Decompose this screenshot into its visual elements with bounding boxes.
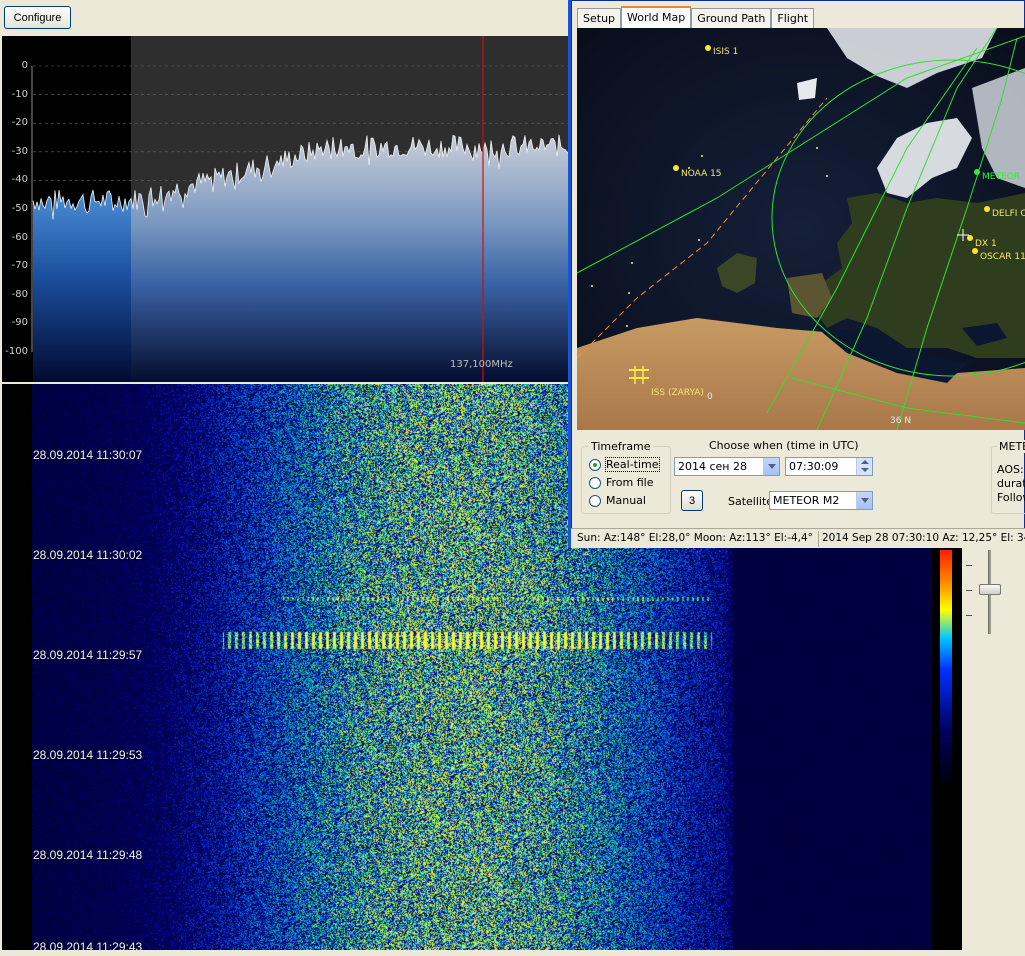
tab-world-map[interactable]: World Map (621, 6, 692, 28)
chevron-down-icon[interactable] (856, 492, 872, 509)
y-tick-label: 0 (21, 60, 28, 71)
waterfall-timestamp: 28.09.2014 11:30:07 (33, 448, 143, 462)
radio-button-selected[interactable] (589, 458, 601, 471)
app-root: Configure 0 -10 -20 -30 -40 -50 -60 -70 … (0, 0, 1025, 956)
color-scale-bar (940, 550, 952, 950)
slider-tick (966, 590, 972, 591)
waterfall-timestamp: 28.09.2014 11:29:57 (33, 648, 143, 662)
waterfall-timestamp: 28.09.2014 11:29:53 (33, 748, 143, 762)
aos-text: AOS: 0 (997, 463, 1025, 476)
timeframe-legend: Timeframe (589, 440, 653, 453)
y-tick-label: -10 (11, 88, 28, 100)
satellite-select[interactable]: METEOR M2 (769, 491, 873, 510)
y-tick-label: -80 (11, 288, 28, 300)
radio-button[interactable] (589, 476, 601, 489)
radio-from-file[interactable]: From file (589, 476, 654, 489)
sun-moon-status: Sun: Az:148° El:28,0° Moon: Az:113° El:-… (577, 532, 813, 544)
spectrum-panel[interactable]: 0 -10 -20 -30 -40 -50 -60 -70 -80 -90 -100 137,100… (2, 36, 570, 382)
y-tick-label: -20 (11, 117, 28, 129)
waterfall-timestamp: 28.09.2014 11:29:43 (33, 940, 143, 950)
y-tick-label: -60 (11, 231, 28, 243)
radio-manual-label: Manual (606, 494, 646, 507)
tab-ground-path[interactable]: Ground Path (691, 8, 772, 28)
contrast-slider-thumb[interactable] (979, 584, 1001, 595)
chevron-down-icon[interactable] (763, 458, 779, 475)
world-map-graphic (577, 28, 1025, 430)
satellite-iss-label: ISS (ZARYA) (651, 388, 704, 398)
satellite-meteor-dot[interactable] (974, 169, 980, 175)
status-separator (818, 531, 819, 547)
spectrum-fill-left (33, 190, 131, 382)
satellite-dx1-label: DX 1 (975, 239, 997, 249)
tab-flight[interactable]: Flight (771, 8, 815, 28)
slider-tick (966, 565, 972, 566)
spectrum-plot (2, 36, 570, 382)
radio-from-file-label: From file (606, 476, 654, 489)
slider-tick (966, 615, 972, 616)
date-picker[interactable]: 2014 сен 28 (674, 457, 780, 476)
satellite-delfi-dot[interactable] (984, 206, 990, 212)
configure-button[interactable]: Configure (4, 6, 71, 29)
time-spinner[interactable]: 07:30:09 (785, 457, 873, 476)
radio-realtime-label: Real-time (605, 457, 660, 472)
satellite-noaa15-label: NOAA 15 (681, 169, 722, 179)
satellite-label: Satellite (728, 495, 774, 508)
radio-manual[interactable]: Manual (589, 494, 646, 507)
map-zero-label: 0 (707, 392, 713, 402)
y-tick-label: -90 (11, 317, 28, 329)
waterfall-timestamp: 28.09.2014 11:30:02 (33, 548, 143, 562)
satellite-oscar11-dot[interactable] (972, 248, 978, 254)
world-map[interactable]: ISIS 1 NOAA 15 METEOR DELFI C DX 1 OSCAR… (577, 28, 1025, 430)
y-tick-label: -70 (11, 260, 28, 272)
spin-arrows-icon[interactable] (856, 458, 872, 475)
time-position-status: 2014 Sep 28 07:30:10 Az: 12,25° El: 34, (822, 532, 1025, 544)
satellite-delfi-label: DELFI C (992, 209, 1025, 219)
satellite-meteor-label: METEOR (982, 172, 1020, 182)
frequency-label: 137,100MHz (450, 359, 513, 370)
satellite-dx1-dot[interactable] (967, 235, 973, 241)
three-button[interactable]: 3 (681, 490, 703, 511)
satellite-value: METEOR M2 (773, 494, 840, 507)
radio-button[interactable] (589, 494, 601, 507)
satellite-info-legend: METEOR (997, 440, 1025, 453)
satellite-oscar11-label: OSCAR 11 (980, 252, 1025, 262)
y-tick-label: -50 (11, 203, 28, 214)
tab-setup[interactable]: Setup (577, 8, 622, 28)
satellite-isis1-dot[interactable] (705, 45, 711, 51)
satellite-tracker-window: Setup World Map Ground Path Flight ISIS … (568, 0, 1025, 548)
date-value: 2014 сен 28 (678, 460, 747, 473)
satellite-noaa15-dot[interactable] (673, 165, 679, 171)
follow-text: Follow (997, 491, 1025, 504)
waterfall-timestamp: 28.09.2014 11:29:48 (33, 848, 143, 862)
time-value: 07:30:09 (789, 460, 839, 473)
y-tick-label: -30 (11, 145, 28, 157)
latitude-label: 36 N (890, 416, 912, 426)
duration-text: duration (997, 477, 1025, 490)
radio-realtime[interactable]: Real-time (589, 457, 660, 472)
status-bar: Sun: Az:148° El:28,0° Moon: Az:113° El:-… (571, 528, 1025, 548)
satellite-isis1-label: ISIS 1 (713, 47, 739, 57)
y-tick-label: -100 (5, 346, 28, 357)
y-tick-label: -40 (11, 174, 28, 186)
tab-bar: Setup World Map Ground Path Flight (577, 6, 815, 28)
choose-when-label: Choose when (time in UTC) (709, 439, 859, 452)
